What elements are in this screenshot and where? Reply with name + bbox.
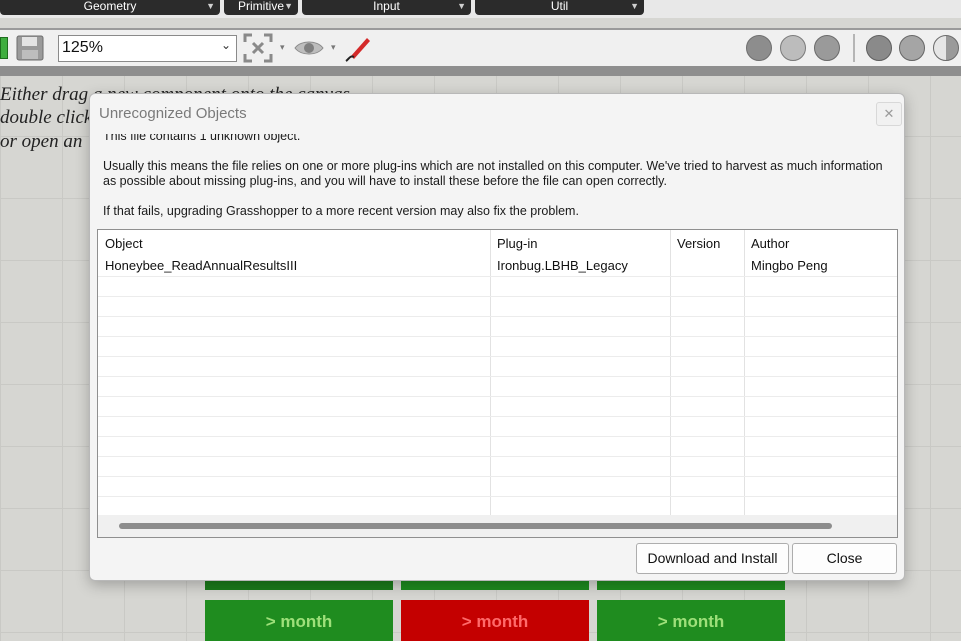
component-card-label: > month — [461, 612, 529, 631]
tab-expand-icon[interactable]: ▼ — [630, 0, 639, 12]
component-card-label: > month — [265, 612, 333, 631]
message-line: Usually this means the file relies on on… — [103, 159, 883, 188]
tab-input[interactable]: Input ▼ — [302, 0, 471, 15]
tab-primitive[interactable]: Primitive ▼ — [224, 0, 298, 15]
column-header-author[interactable]: Author — [744, 230, 897, 256]
display-mode-icon[interactable] — [866, 35, 892, 61]
tab-expand-icon[interactable]: ▼ — [284, 0, 293, 12]
component-card[interactable]: > month — [401, 600, 589, 641]
save-icon[interactable] — [16, 35, 44, 61]
component-card[interactable]: > month — [205, 600, 393, 641]
table-row — [98, 496, 897, 516]
tab-label: Geometry — [83, 0, 137, 13]
scrollbar-thumb[interactable] — [119, 523, 832, 529]
download-and-install-button[interactable]: Download and Install — [636, 543, 789, 574]
toolbar-shadow — [0, 66, 961, 76]
table-row — [98, 376, 897, 396]
divider — [853, 34, 855, 62]
component-card-label: > month — [657, 612, 725, 631]
column-header-version[interactable]: Version — [670, 230, 744, 256]
canvas-open-icon[interactable] — [0, 37, 8, 59]
zoom-extents-icon[interactable] — [243, 33, 273, 63]
unrecognized-objects-dialog: Unrecognized Objects ✕ This file contain… — [89, 93, 905, 581]
cell-plugin: Ironbug.LBHB_Legacy — [497, 258, 628, 273]
tab-expand-icon[interactable]: ▼ — [206, 0, 215, 12]
canvas-toolbar: 125% ⌄ ▾ ▾ — [0, 30, 961, 66]
dialog-message: This file contains 1 unknown object. Usu… — [103, 134, 893, 218]
column-header-plugin[interactable]: Plug-in — [490, 230, 670, 256]
table-header: Object Plug-in Version Author — [98, 230, 897, 256]
preview-shaded-icon[interactable] — [780, 35, 806, 61]
close-button[interactable]: Close — [792, 543, 897, 574]
column-header-object[interactable]: Object — [98, 230, 490, 256]
canvas-hint-line: double click — [0, 107, 93, 128]
chevron-down-icon[interactable]: ▾ — [280, 42, 285, 53]
table-row — [98, 356, 897, 376]
table-row — [98, 276, 897, 296]
component-card[interactable]: > month — [597, 600, 785, 641]
table-row — [98, 316, 897, 336]
unknown-objects-table[interactable]: Object Plug-in Version Author Honeybee_R… — [97, 229, 898, 538]
display-split-icon[interactable] — [933, 35, 959, 61]
tab-geometry[interactable]: Geometry ▼ — [0, 0, 220, 15]
table-row[interactable]: Honeybee_ReadAnnualResultsIII Ironbug.LB… — [98, 256, 897, 276]
display-selected-icon[interactable] — [899, 35, 925, 61]
preview-wireframe-icon[interactable] — [746, 35, 772, 61]
preview-eye-icon[interactable] — [294, 38, 324, 58]
canvas-hint-line: or open an — [0, 131, 83, 152]
tab-expand-icon[interactable]: ▼ — [457, 0, 466, 12]
close-icon[interactable]: ✕ — [876, 102, 902, 126]
chevron-down-icon[interactable]: ▾ — [331, 42, 336, 53]
horizontal-scrollbar[interactable] — [98, 515, 897, 537]
zoom-select[interactable]: 125% ⌄ — [58, 35, 237, 62]
table-row — [98, 436, 897, 456]
cell-author: Mingbo Peng — [751, 258, 828, 273]
table-row — [98, 416, 897, 436]
tab-label: Util — [550, 0, 569, 13]
dialog-title: Unrecognized Objects — [99, 105, 247, 122]
cell-version — [670, 256, 744, 276]
table-row — [98, 296, 897, 316]
tab-label: Input — [373, 0, 400, 13]
table-row — [98, 336, 897, 356]
message-line: If that fails, upgrading Grasshopper to … — [103, 204, 579, 218]
component-tab-bar: Geometry ▼ Primitive ▼ Input ▼ Util ▼ — [0, 0, 961, 18]
cell-object: Honeybee_ReadAnnualResultsIII — [105, 258, 298, 273]
zoom-value: 125% — [62, 39, 103, 56]
preview-selected-icon[interactable] — [814, 35, 840, 61]
message-line: This file contains 1 unknown object. — [103, 134, 301, 143]
table-row — [98, 456, 897, 476]
tab-util[interactable]: Util ▼ — [475, 0, 644, 15]
chevron-down-icon: ⌄ — [220, 38, 231, 52]
table-row — [98, 476, 897, 496]
table-row — [98, 396, 897, 416]
sketch-pen-icon[interactable] — [343, 34, 373, 64]
